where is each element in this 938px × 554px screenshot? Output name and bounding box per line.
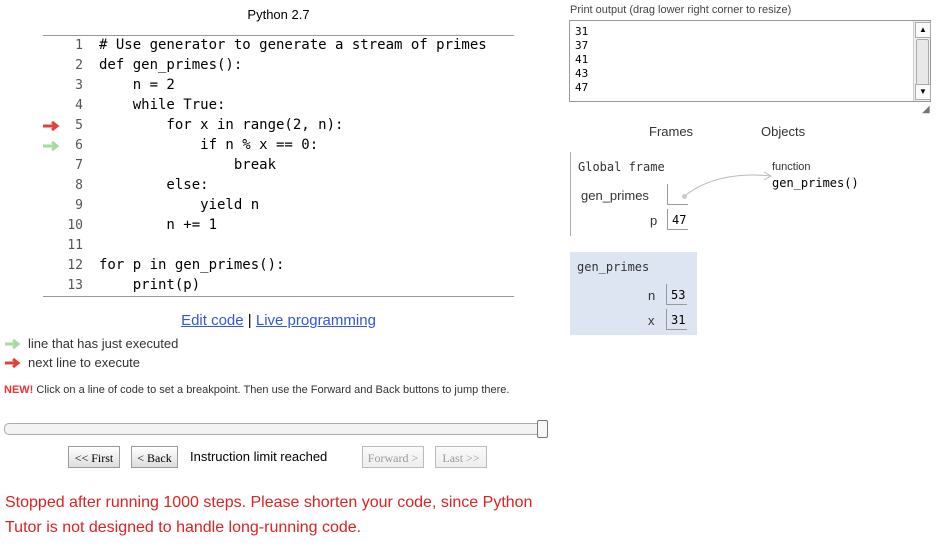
var-box-p: 47 [667,209,688,230]
code-line[interactable]: 12 for p in gen_primes(): [43,256,514,276]
line-number: 6 [75,138,83,153]
error-message: Stopped after running 1000 steps. Please… [5,494,533,536]
var-box-gen-primes [667,184,688,205]
arrow-right-icon [43,120,60,132]
output-line: 31 [575,25,589,38]
code-text: yield n [99,197,260,213]
arrow-right-icon [43,140,60,152]
last-button[interactable]: Last >> [435,446,487,468]
language-label: Python 2.7 [247,7,310,22]
legend-next-label: next line to execute [28,355,141,370]
code-line[interactable]: 3 n = 2 [43,76,514,96]
code-text: if n % x == 0: [99,137,319,153]
back-button[interactable]: < Back [131,446,178,468]
var-value-x: 31 [671,313,686,327]
line-number: 10 [67,218,83,233]
objects-header: Objects [761,124,806,139]
var-name-n: n [648,288,656,303]
code-line[interactable]: 10 n += 1 [43,216,514,236]
code-line[interactable]: 7 break [43,156,514,176]
edit-code-link[interactable]: Edit code [181,312,244,329]
new-badge: NEW! [4,384,34,396]
line-number: 5 [75,118,83,133]
legend-executed: line that has just executed [4,336,178,351]
function-type-label: function [772,161,811,173]
code-text: for x in range(2, n): [99,117,344,133]
legend-executed-label: line that has just executed [28,336,179,351]
var-value-n: 53 [671,288,686,302]
code-display: 1 # Use generator to generate a stream of… [43,35,514,297]
code-line[interactable]: 9 yield n [43,196,514,216]
code-line[interactable]: 8 else: [43,176,514,196]
code-line[interactable]: 6 if n % x == 0: [43,136,514,156]
line-number: 1 [75,38,83,53]
resize-grip-icon[interactable]: ◢ [922,104,930,115]
output-line: 43 [575,67,589,80]
var-name-gen-primes: gen_primes [581,188,649,203]
line-number: 4 [75,98,83,113]
pointer-dot [682,194,687,199]
global-frame: Global frame gen_primes p 47 [570,152,691,236]
code-links: Edit code | Live programming [0,312,557,329]
code-text: def gen_primes(): [99,57,243,73]
arrow-right-icon [5,357,21,368]
code-line[interactable]: 2 def gen_primes(): [43,56,514,76]
global-frame-title: Global frame [578,160,665,174]
forward-button[interactable]: Forward > [362,446,424,468]
code-line[interactable]: 13 print(p) [43,276,514,296]
breakpoint-note-text: Click on a line of code to set a breakpo… [33,384,510,396]
instruction-status: Instruction limit reached [190,449,328,464]
scroll-down-icon[interactable]: ▼ [915,84,931,100]
code-text: n += 1 [99,217,218,233]
code-text: break [99,157,277,173]
line-number: 3 [75,78,83,93]
line-number: 13 [67,278,83,293]
output-line: 37 [575,39,589,52]
code-line[interactable]: 5 for x in range(2, n): [43,116,514,136]
print-output-box[interactable]: 31 37 41 43 47 ▲ ▼ [569,20,931,102]
var-value-p: 47 [672,213,687,227]
code-line[interactable]: 1 # Use generator to generate a stream of… [43,36,514,56]
arrow-right-icon [5,338,21,349]
code-text: while True: [99,97,226,113]
code-text: print(p) [99,277,201,293]
code-line[interactable]: 4 while True: [43,96,514,116]
var-box-x: 31 [666,309,687,330]
var-box-n: 53 [666,284,687,305]
line-number: 9 [75,198,83,213]
var-name-x: x [648,313,655,328]
scroll-up-icon[interactable]: ▲ [915,22,931,38]
links-separator: | [247,312,252,329]
function-object-name: gen_primes() [772,176,859,190]
stack-frame-gen-primes: gen_primes n 53 x 31 [570,252,697,335]
breakpoint-note: NEW! Click on a line of code to set a br… [4,384,524,397]
print-output-lines: 31 37 41 43 47 [575,25,588,95]
output-line: 41 [575,53,589,66]
output-line: 47 [575,81,589,94]
stack-frame-title: gen_primes [577,260,650,274]
execution-slider[interactable] [4,420,548,438]
live-programming-link[interactable]: Live programming [256,312,376,329]
print-output-label: Print output (drag lower right corner to… [570,4,792,16]
line-number: 11 [67,238,83,253]
frames-header: Frames [649,124,694,139]
var-name-p: p [650,213,658,228]
code-line[interactable]: 11 [43,236,514,256]
line-number: 12 [67,258,83,273]
code-text: n = 2 [99,77,175,93]
slider-handle[interactable] [537,420,548,438]
first-button[interactable]: << First [68,446,120,468]
code-text: for p in gen_primes(): [99,257,285,273]
line-number: 8 [75,178,83,193]
legend-next: next line to execute [4,355,140,370]
output-scrollbar[interactable]: ▲ ▼ [913,21,931,101]
code-text: else: [99,177,209,193]
line-number: 7 [75,158,83,173]
scroll-thumb[interactable] [916,39,929,87]
line-number: 2 [75,58,83,73]
code-text: # Use generator to generate a stream of … [99,37,487,53]
